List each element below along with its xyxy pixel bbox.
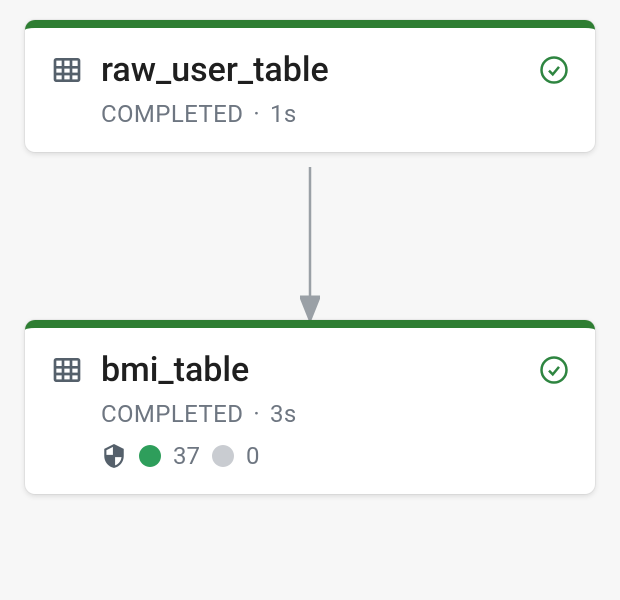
duration: 1s [270, 100, 297, 128]
table-icon [51, 54, 83, 86]
shield-icon [101, 443, 127, 469]
node-raw_user_table[interactable]: raw_user_table COMPLETED · 1s [25, 20, 595, 152]
fail-dot-icon [212, 445, 234, 467]
success-check-icon [539, 355, 569, 385]
duration: 3s [270, 400, 297, 428]
node-title: bmi_table [101, 350, 521, 390]
status-label: COMPLETED [101, 100, 243, 128]
table-icon [51, 354, 83, 386]
status-label: COMPLETED [101, 400, 243, 428]
node-title: raw_user_table [101, 50, 521, 90]
pass-dot-icon [139, 445, 161, 467]
success-check-icon [539, 55, 569, 85]
node-bmi_table[interactable]: bmi_table COMPLETED · 3s [25, 320, 595, 494]
pass-count: 37 [173, 442, 200, 470]
status-separator: · [253, 400, 260, 428]
status-separator: · [253, 100, 260, 128]
dag-canvas: raw_user_table COMPLETED · 1s [0, 0, 620, 600]
fail-count: 0 [246, 442, 260, 470]
